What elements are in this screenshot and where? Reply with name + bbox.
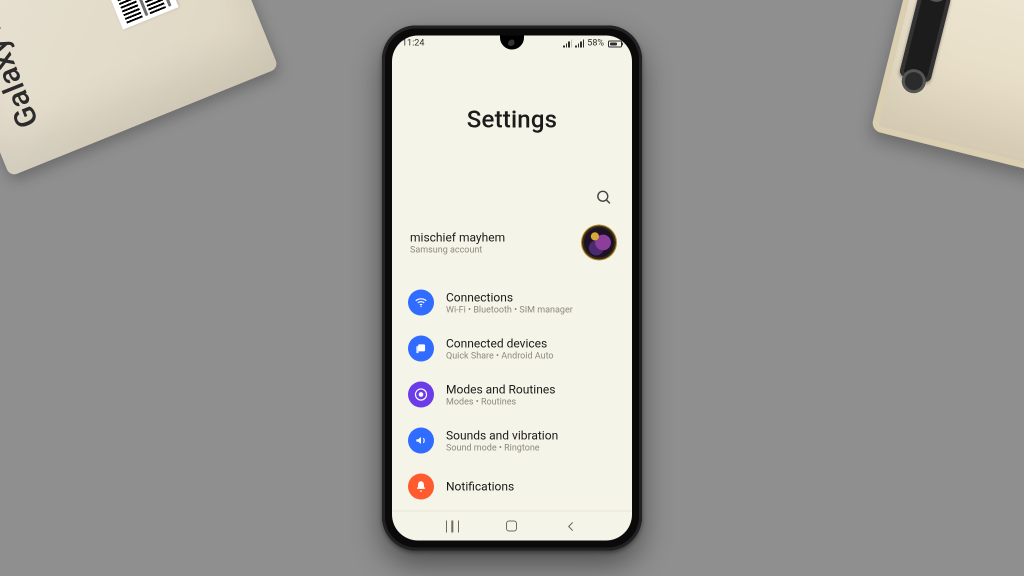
hinge-icon: [899, 0, 952, 83]
item-subtitle: Wi-Fi • Bluetooth • SIM manager: [446, 305, 573, 315]
android-nav-bar: [392, 511, 632, 541]
battery-icon: [608, 40, 622, 47]
item-title: Sounds and vibration: [446, 428, 558, 442]
statusbar-right: 58%: [563, 39, 622, 49]
nav-back-button[interactable]: [564, 519, 578, 533]
nav-recents-button[interactable]: [446, 520, 459, 532]
routines-icon: [408, 382, 434, 408]
product-box: [0, 0, 279, 177]
account-name: mischief mayhem: [410, 230, 582, 244]
settings-item-connections[interactable]: Connections Wi-Fi • Bluetooth • SIM mana…: [402, 280, 622, 326]
settings-list: Connections Wi-Fi • Bluetooth • SIM mana…: [392, 280, 632, 511]
settings-item-modes-routines[interactable]: Modes and Routines Modes • Routines: [402, 372, 622, 418]
settings-item-notifications[interactable]: Notifications: [402, 464, 622, 510]
item-title: Connections: [446, 290, 573, 304]
nav-home-button[interactable]: [506, 521, 517, 532]
bell-icon: [408, 474, 434, 500]
search-row: [392, 184, 632, 216]
wooden-crate: RAGILE: [871, 0, 1024, 183]
phone-frame: 11:24 58% Settings mischief mayhem: [382, 26, 642, 551]
page-title: Settings: [467, 106, 557, 134]
account-row[interactable]: mischief mayhem Samsung account: [402, 224, 622, 270]
avatar: [582, 226, 616, 260]
item-subtitle: Sound mode • Ringtone: [446, 443, 558, 453]
item-title: Notifications: [446, 479, 514, 493]
battery-percent: 58%: [587, 39, 604, 49]
settings-item-connected-devices[interactable]: Connected devices Quick Share • Android …: [402, 326, 622, 372]
volume-icon: [408, 428, 434, 454]
item-title: Modes and Routines: [446, 382, 555, 396]
signal-1-icon: [563, 40, 572, 48]
item-subtitle: Quick Share • Android Auto: [446, 351, 554, 361]
account-subtitle: Samsung account: [410, 245, 582, 255]
barcode-sticker: [78, 0, 179, 30]
statusbar-time: 11:24: [402, 39, 563, 49]
item-title: Connected devices: [446, 336, 554, 350]
settings-item-sounds[interactable]: Sounds and vibration Sound mode • Ringto…: [402, 418, 622, 464]
search-icon: [595, 188, 612, 205]
settings-header: Settings: [392, 56, 632, 184]
search-button[interactable]: [590, 184, 616, 210]
share-icon: [408, 336, 434, 362]
item-subtitle: Modes • Routines: [446, 397, 555, 407]
phone-screen: 11:24 58% Settings mischief mayhem: [392, 36, 632, 541]
signal-2-icon: [575, 40, 584, 48]
wifi-icon: [408, 290, 434, 316]
